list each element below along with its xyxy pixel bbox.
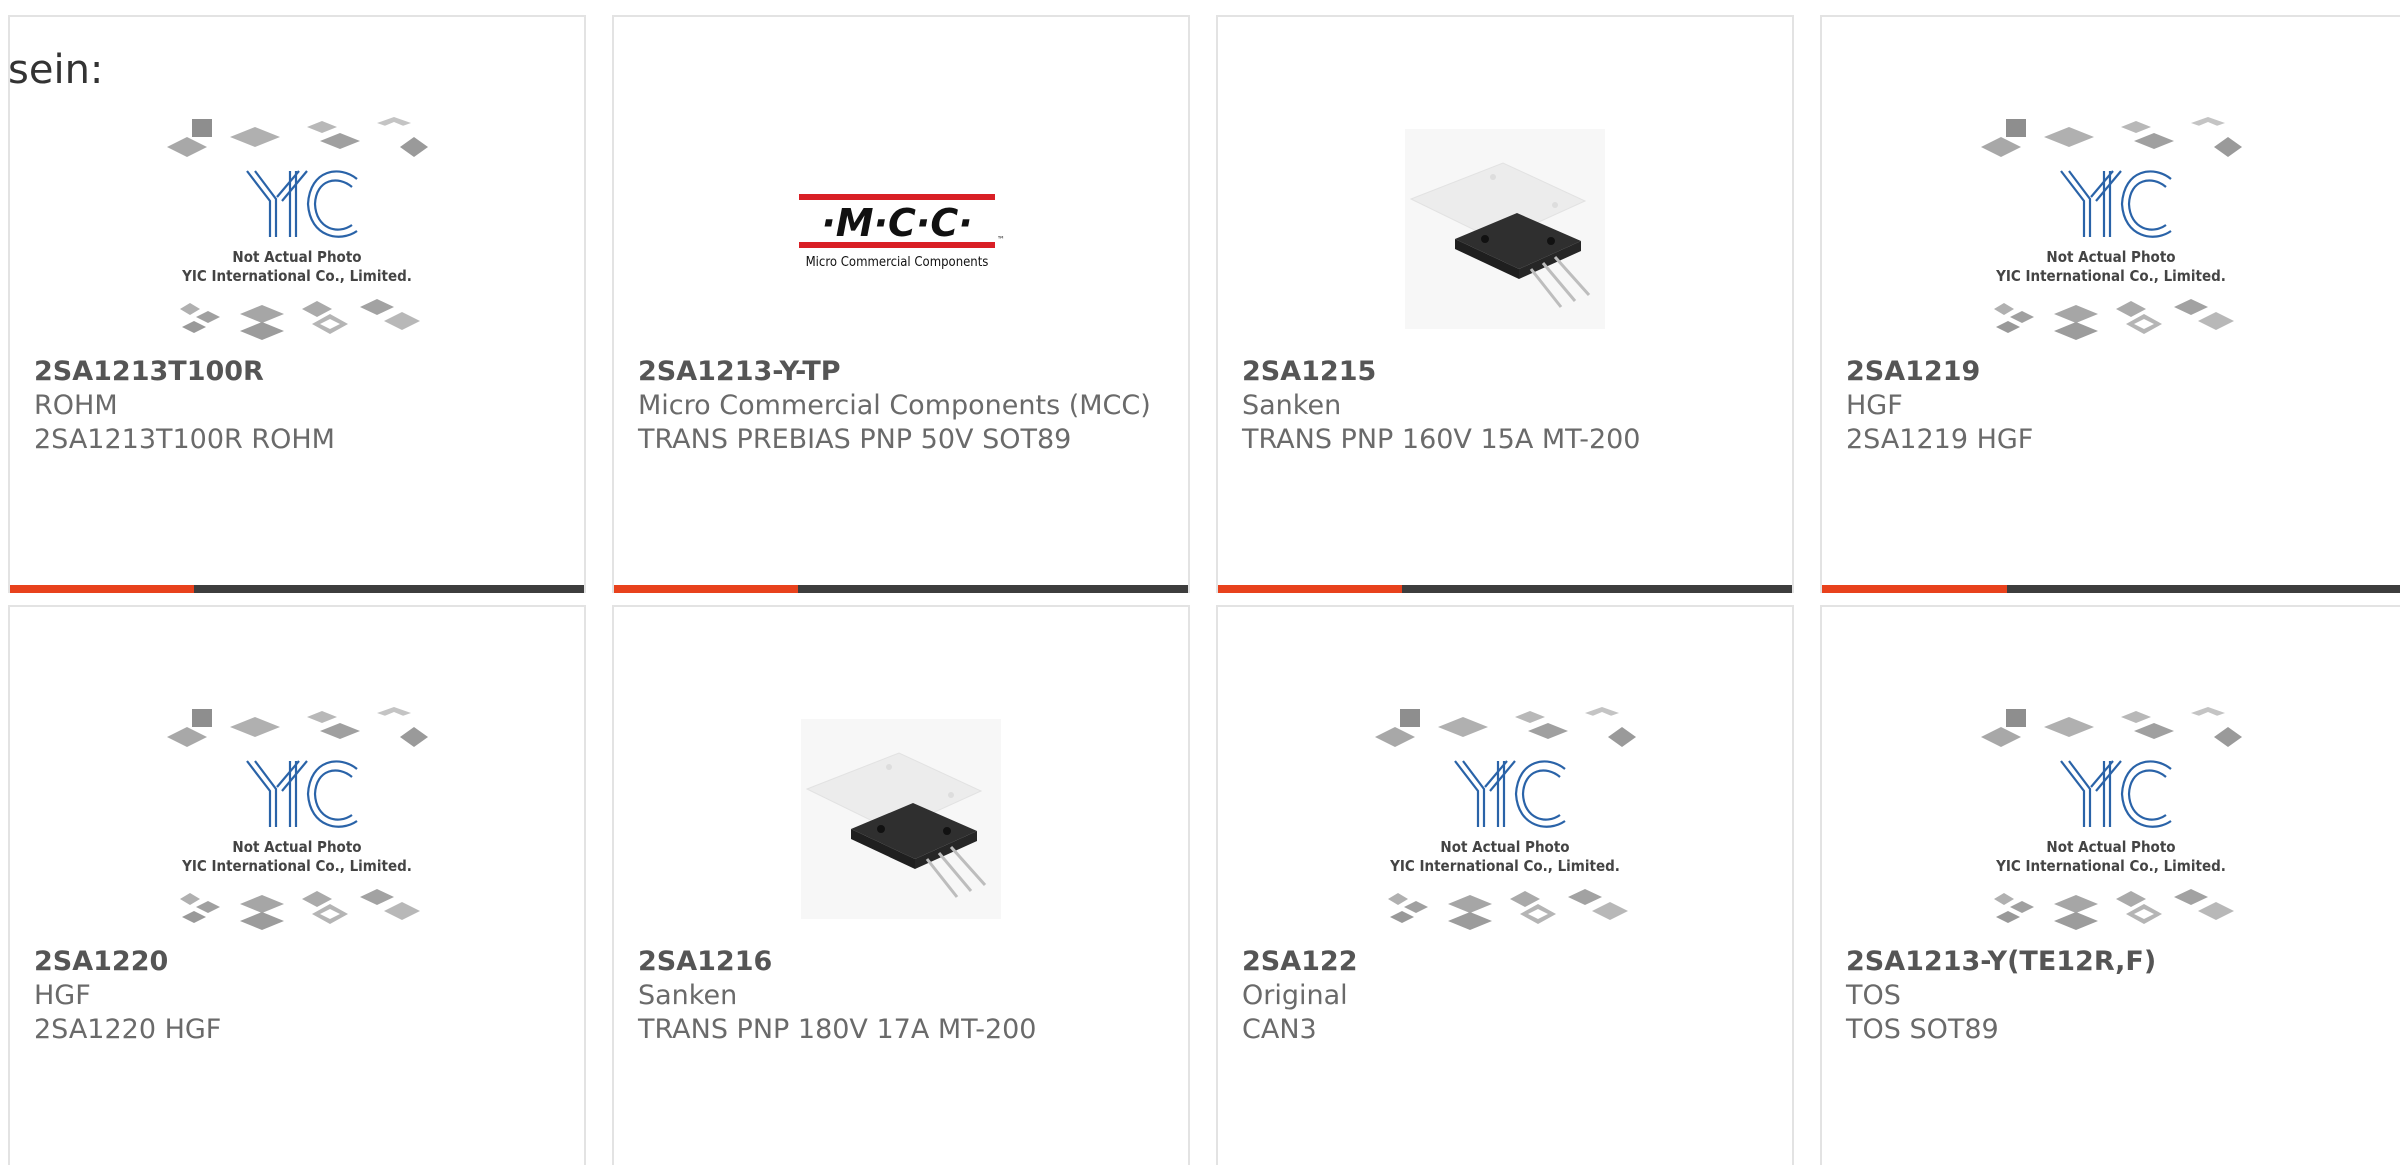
placeholder-image[interactable]: Not Actual Photo YIC International Co., … [10, 679, 584, 959]
card-bottom-bar [1822, 585, 2400, 593]
product-info: 2SA1219 HGF 2SA1219 HGF [1846, 355, 2388, 457]
svg-text:YIC International Co., Limited: YIC International Co., Limited. [181, 857, 412, 875]
product-info: 2SA1213-Y(TE12R,F) TOS TOS SOT89 [1846, 945, 2388, 1047]
product-card[interactable]: Not Actual Photo YIC International Co., … [1820, 15, 2400, 593]
manufacturer: HGF [34, 980, 91, 1011]
svg-text:Not Actual Photo: Not Actual Photo [2046, 248, 2175, 266]
svg-text:Not Actual Photo: Not Actual Photo [2046, 838, 2175, 856]
card-accent-bar [10, 585, 194, 593]
product-card[interactable]: 2SA1215 Sanken TRANS PNP 160V 15A MT-200 [1216, 15, 1794, 593]
part-number[interactable]: 2SA122 [1242, 945, 1780, 979]
product-card[interactable]: ·M·C·C· ™ Micro Commercial Components 2S… [612, 15, 1190, 593]
part-number[interactable]: 2SA1219 [1846, 355, 2388, 389]
part-number[interactable]: 2SA1213T100R [34, 355, 572, 389]
description: TOS SOT89 [1846, 1014, 1999, 1045]
description: 2SA1220 HGF [34, 1014, 222, 1045]
product-photo[interactable] [614, 679, 1188, 959]
product-info: 2SA1213T100R ROHM 2SA1213T100R ROHM [34, 355, 572, 457]
manufacturer: Sanken [638, 980, 738, 1011]
description: TRANS PNP 180V 17A MT-200 [638, 1014, 1037, 1045]
product-card[interactable]: Not Actual Photo YIC International Co., … [1216, 605, 1794, 1165]
part-number[interactable]: 2SA1220 [34, 945, 572, 979]
svg-text:YIC International Co., Limited: YIC International Co., Limited. [1995, 857, 2226, 875]
page-fragment-text: sein: [8, 47, 104, 93]
product-info: 2SA122 Original CAN3 [1242, 945, 1780, 1047]
manufacturer: Sanken [1242, 390, 1342, 421]
mcc-logo-image[interactable]: ·M·C·C· ™ Micro Commercial Components [614, 89, 1188, 369]
card-bottom-bar [614, 585, 1188, 593]
card-accent-bar [1822, 585, 2007, 593]
product-card[interactable]: 2SA1216 Sanken TRANS PNP 180V 17A MT-200 [612, 605, 1190, 1165]
card-accent-bar [1218, 585, 1402, 593]
product-photo[interactable] [1218, 89, 1792, 369]
product-card[interactable]: Not Actual Photo YIC International Co., … [8, 605, 586, 1165]
part-number[interactable]: 2SA1213-Y-TP [638, 355, 1176, 389]
description: 2SA1219 HGF [1846, 424, 2034, 455]
manufacturer: Original [1242, 980, 1348, 1011]
product-card[interactable]: Not Actual Photo YIC International Co., … [1820, 605, 2400, 1165]
placeholder-image[interactable]: Not Actual Photo YIC International Co., … [1822, 89, 2400, 369]
manufacturer: Micro Commercial Components (MCC) [638, 390, 1151, 421]
placeholder-image[interactable]: Not Actual Photo YIC International Co., … [10, 89, 584, 369]
product-info: 2SA1213-Y-TP Micro Commercial Components … [638, 355, 1176, 457]
placeholder-image[interactable]: Not Actual Photo YIC International Co., … [1218, 679, 1792, 959]
part-number[interactable]: 2SA1215 [1242, 355, 1780, 389]
card-bottom-bar [10, 585, 584, 593]
part-number[interactable]: 2SA1216 [638, 945, 1176, 979]
product-info: 2SA1220 HGF 2SA1220 HGF [34, 945, 572, 1047]
placeholder-image[interactable]: Not Actual Photo YIC International Co., … [1822, 679, 2400, 959]
description: CAN3 [1242, 1014, 1317, 1045]
svg-text:YIC International Co., Limited: YIC International Co., Limited. [181, 267, 412, 285]
product-info: 2SA1216 Sanken TRANS PNP 180V 17A MT-200 [638, 945, 1176, 1047]
manufacturer: ROHM [34, 390, 118, 421]
svg-text:Not Actual Photo: Not Actual Photo [232, 838, 361, 856]
description: TRANS PNP 160V 15A MT-200 [1242, 424, 1641, 455]
svg-text:YIC International Co., Limited: YIC International Co., Limited. [1389, 857, 1620, 875]
description: 2SA1213T100R ROHM [34, 424, 335, 455]
card-accent-bar [614, 585, 798, 593]
svg-text:Not Actual Photo: Not Actual Photo [1440, 838, 1569, 856]
svg-text:·M·C·C·: ·M·C·C· [821, 201, 972, 245]
svg-text:™: ™ [997, 235, 1005, 244]
manufacturer: HGF [1846, 390, 1903, 421]
product-card[interactable]: Not Actual Photo YIC International Co., … [8, 15, 586, 593]
svg-text:YIC International Co., Limited: YIC International Co., Limited. [1995, 267, 2226, 285]
svg-text:Not Actual Photo: Not Actual Photo [232, 248, 361, 266]
manufacturer: TOS [1846, 980, 1901, 1011]
card-bottom-bar [1218, 585, 1792, 593]
svg-text:Micro Commercial Components: Micro Commercial Components [806, 255, 989, 270]
product-info: 2SA1215 Sanken TRANS PNP 160V 15A MT-200 [1242, 355, 1780, 457]
description: TRANS PREBIAS PNP 50V SOT89 [638, 424, 1072, 455]
part-number[interactable]: 2SA1213-Y(TE12R,F) [1846, 945, 2388, 979]
